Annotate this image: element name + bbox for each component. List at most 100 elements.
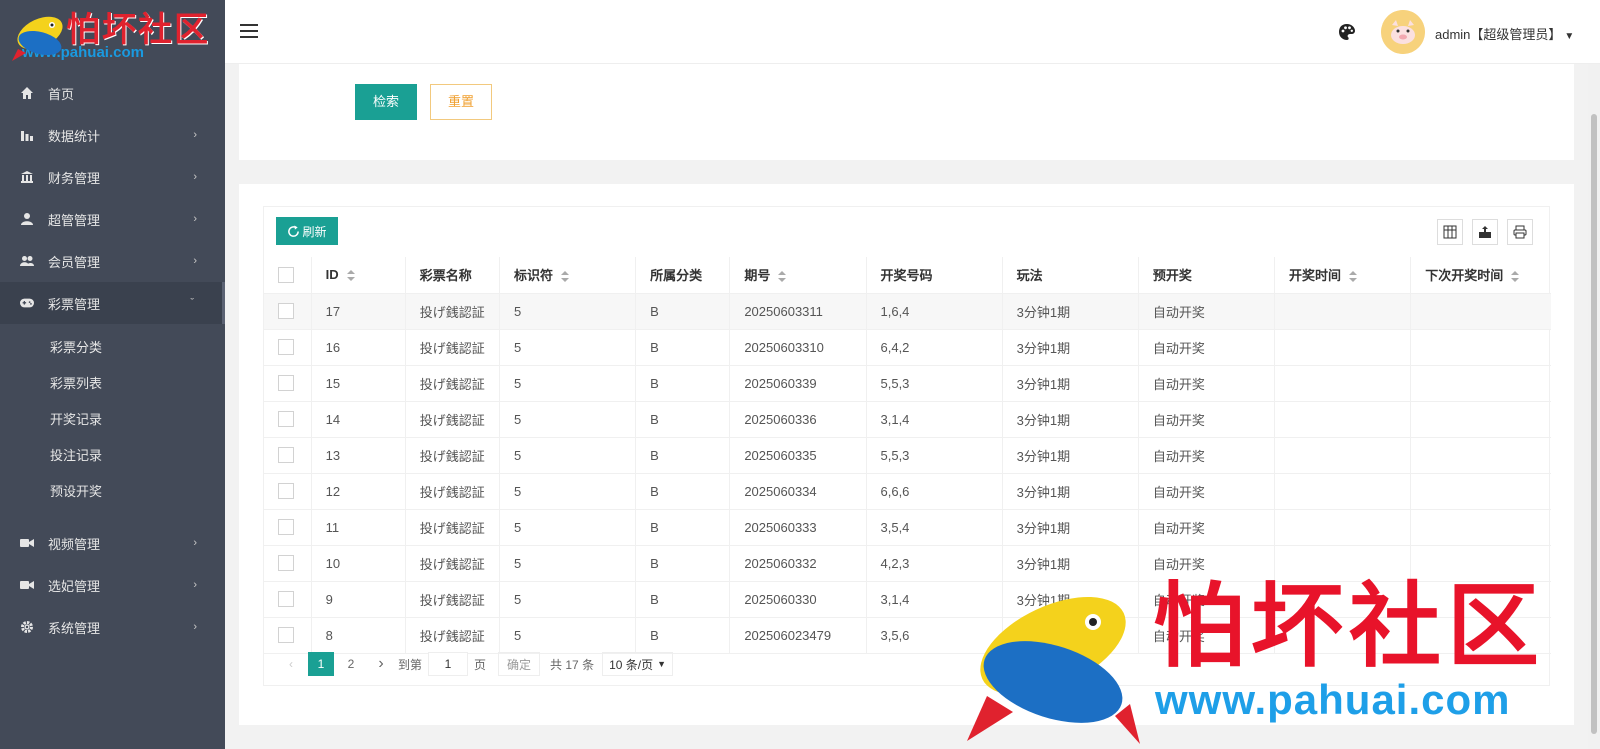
table-row[interactable]: 13 投げ銭認証 5 B 2025060335 5,5,3 3分钟1期 自动开奖 — [264, 437, 1551, 474]
row-checkbox-cell — [264, 509, 312, 546]
table-cell — [1274, 545, 1411, 582]
vertical-scrollbar[interactable] — [1588, 64, 1600, 749]
table-cell: 投げ銭認証 — [404, 365, 500, 402]
table-cell: 16 — [310, 329, 406, 366]
sort-icon[interactable] — [560, 270, 569, 283]
row-checkbox[interactable] — [278, 555, 294, 572]
search-button[interactable]: 检索 — [355, 84, 417, 120]
row-checkbox[interactable] — [278, 519, 294, 536]
table-cell: 投げ銭認証 — [404, 401, 500, 438]
column-header-id[interactable]: ID — [310, 257, 406, 294]
row-checkbox[interactable] — [278, 375, 294, 392]
chevron-right-icon: › — [193, 579, 197, 591]
column-header-issue[interactable]: 期号 — [729, 257, 866, 294]
table-row[interactable]: 8 投げ銭認証 5 B 202506023479 3,5,6 3分钟1期 自动开奖 — [264, 617, 1551, 654]
table-row[interactable]: 10 投げ銭認証 5 B 2025060332 4,2,3 3分钟1期 自动开奖 — [264, 545, 1551, 582]
table-row[interactable]: 12 投げ銭認証 5 B 2025060334 6,6,6 3分钟1期 自动开奖 — [264, 473, 1551, 510]
palette-icon[interactable] — [1337, 22, 1357, 42]
table-cell: 5 — [498, 617, 636, 654]
table-cell: B — [635, 509, 730, 546]
prev-page-icon[interactable]: ‹ — [278, 652, 304, 676]
column-header-next-draw-time[interactable]: 下次开奖时间 — [1410, 257, 1551, 294]
sidebar: 怕坏社区 www.pahuai.com 首页 数据统计 › 财务管理 › 超管管… — [0, 0, 225, 749]
sort-icon[interactable] — [778, 270, 787, 283]
sidebar-item-super-admin[interactable]: 超管管理 › — [0, 198, 225, 240]
table-cell — [1274, 617, 1411, 654]
table-cell: 5 — [498, 329, 636, 366]
row-checkbox[interactable] — [278, 303, 294, 320]
table-cell: 3分钟1期 — [1001, 509, 1139, 546]
goto-confirm-button[interactable]: 确定 — [498, 652, 541, 676]
row-checkbox-cell — [264, 617, 312, 654]
goto-label: 到第 — [398, 657, 423, 672]
table-cell: 3,1,4 — [865, 401, 1003, 438]
sidebar-nav-lower: 视频管理 › 选妃管理 › 系统管理 › — [0, 522, 225, 648]
table-row[interactable]: 14 投げ銭認証 5 B 2025060336 3,1,4 3分钟1期 自动开奖 — [264, 401, 1551, 438]
sort-icon[interactable] — [1349, 270, 1358, 283]
row-checkbox[interactable] — [278, 411, 294, 428]
table-row[interactable]: 17 投げ銭認証 5 B 20250603311 1,6,4 3分钟1期 自动开奖 — [264, 293, 1551, 330]
table-cell: B — [635, 293, 730, 330]
table-cell: B — [635, 473, 730, 510]
table-cell — [1274, 329, 1411, 366]
table-cell — [1274, 401, 1411, 438]
menu-toggle-icon[interactable] — [240, 24, 258, 38]
table-cell: 10 — [310, 545, 406, 582]
submenu-item-preset-draw[interactable]: 预设开奖 — [0, 474, 225, 510]
table-cell — [1410, 293, 1551, 330]
table-row[interactable]: 16 投げ銭認証 5 B 20250603310 6,4,2 3分钟1期 自动开奖 — [264, 329, 1551, 366]
page-1-button[interactable]: 1 — [308, 652, 334, 676]
refresh-button[interactable]: 刷新 — [276, 217, 338, 245]
row-checkbox-cell — [264, 365, 312, 402]
row-checkbox[interactable] — [278, 339, 294, 356]
select-all-checkbox[interactable] — [278, 267, 294, 284]
table-panel: 刷新 ID 彩票名称 标识符 所属分类 期号 开奖号码 玩法 预开奖 开奖时间 … — [239, 184, 1574, 725]
sidebar-item-home[interactable]: 首页 — [0, 72, 225, 114]
sort-icon[interactable] — [1511, 270, 1520, 283]
next-page-icon[interactable]: › — [368, 652, 394, 676]
sidebar-item-concubine[interactable]: 选妃管理 › — [0, 564, 225, 606]
scrollbar-thumb[interactable] — [1591, 114, 1597, 734]
sidebar-item-lottery[interactable]: 彩票管理 ˇ — [0, 282, 225, 324]
row-checkbox[interactable] — [278, 627, 294, 644]
submenu-item-draw-records[interactable]: 开奖记录 — [0, 402, 225, 438]
page-2-button[interactable]: 2 — [338, 652, 364, 676]
table-cell: 投げ銭認証 — [404, 329, 500, 366]
submenu-item-lottery-category[interactable]: 彩票分类 — [0, 330, 225, 366]
logo[interactable]: 怕坏社区 www.pahuai.com — [0, 0, 225, 72]
columns-filter-icon[interactable] — [1437, 219, 1463, 245]
sidebar-item-members[interactable]: 会员管理 › — [0, 240, 225, 282]
column-header-identifier[interactable]: 标识符 — [498, 257, 636, 294]
column-header-draw-time[interactable]: 开奖时间 — [1274, 257, 1411, 294]
table-row[interactable]: 9 投げ銭認証 5 B 2025060330 3,1,4 3分钟1期 自动开奖 — [264, 581, 1551, 618]
table-row[interactable]: 15 投げ銭認証 5 B 2025060339 5,5,3 3分钟1期 自动开奖 — [264, 365, 1551, 402]
table-cell: 5 — [498, 293, 636, 330]
sidebar-item-finance[interactable]: 财务管理 › — [0, 156, 225, 198]
goto-page-input[interactable] — [428, 652, 469, 676]
user-menu[interactable]: admin【超级管理员】 ▼ — [1435, 24, 1574, 43]
avatar[interactable] — [1381, 10, 1425, 54]
sidebar-item-stats[interactable]: 数据统计 › — [0, 114, 225, 156]
page-size-select[interactable]: 10 条/页 ▼ — [602, 652, 674, 676]
table-cell: 11 — [310, 509, 406, 546]
export-icon[interactable] — [1472, 219, 1498, 245]
table-header-row: ID 彩票名称 标识符 所属分类 期号 开奖号码 玩法 预开奖 开奖时间 下次开… — [264, 257, 1551, 294]
submenu-item-bet-records[interactable]: 投注记录 — [0, 438, 225, 474]
row-checkbox[interactable] — [278, 483, 294, 500]
sidebar-item-video[interactable]: 视频管理 › — [0, 522, 225, 564]
refresh-label: 刷新 — [302, 224, 327, 239]
sort-icon[interactable] — [346, 269, 355, 282]
table-row[interactable]: 11 投げ銭認証 5 B 2025060333 3,5,4 3分钟1期 自动开奖 — [264, 509, 1551, 546]
table-cell — [1274, 365, 1411, 402]
sidebar-item-system[interactable]: 系统管理 › — [0, 606, 225, 648]
row-checkbox[interactable] — [278, 447, 294, 464]
print-icon[interactable] — [1507, 219, 1533, 245]
reset-button[interactable]: 重置 — [430, 84, 492, 120]
row-checkbox[interactable] — [278, 591, 294, 608]
row-checkbox-cell — [264, 437, 312, 474]
chevron-right-icon: › — [193, 171, 197, 183]
table-cell: 投げ銭認証 — [404, 545, 500, 582]
submenu-item-lottery-list[interactable]: 彩票列表 — [0, 366, 225, 402]
table-cell: 5,5,3 — [865, 365, 1003, 402]
table-cell: 3分钟1期 — [1001, 617, 1139, 654]
